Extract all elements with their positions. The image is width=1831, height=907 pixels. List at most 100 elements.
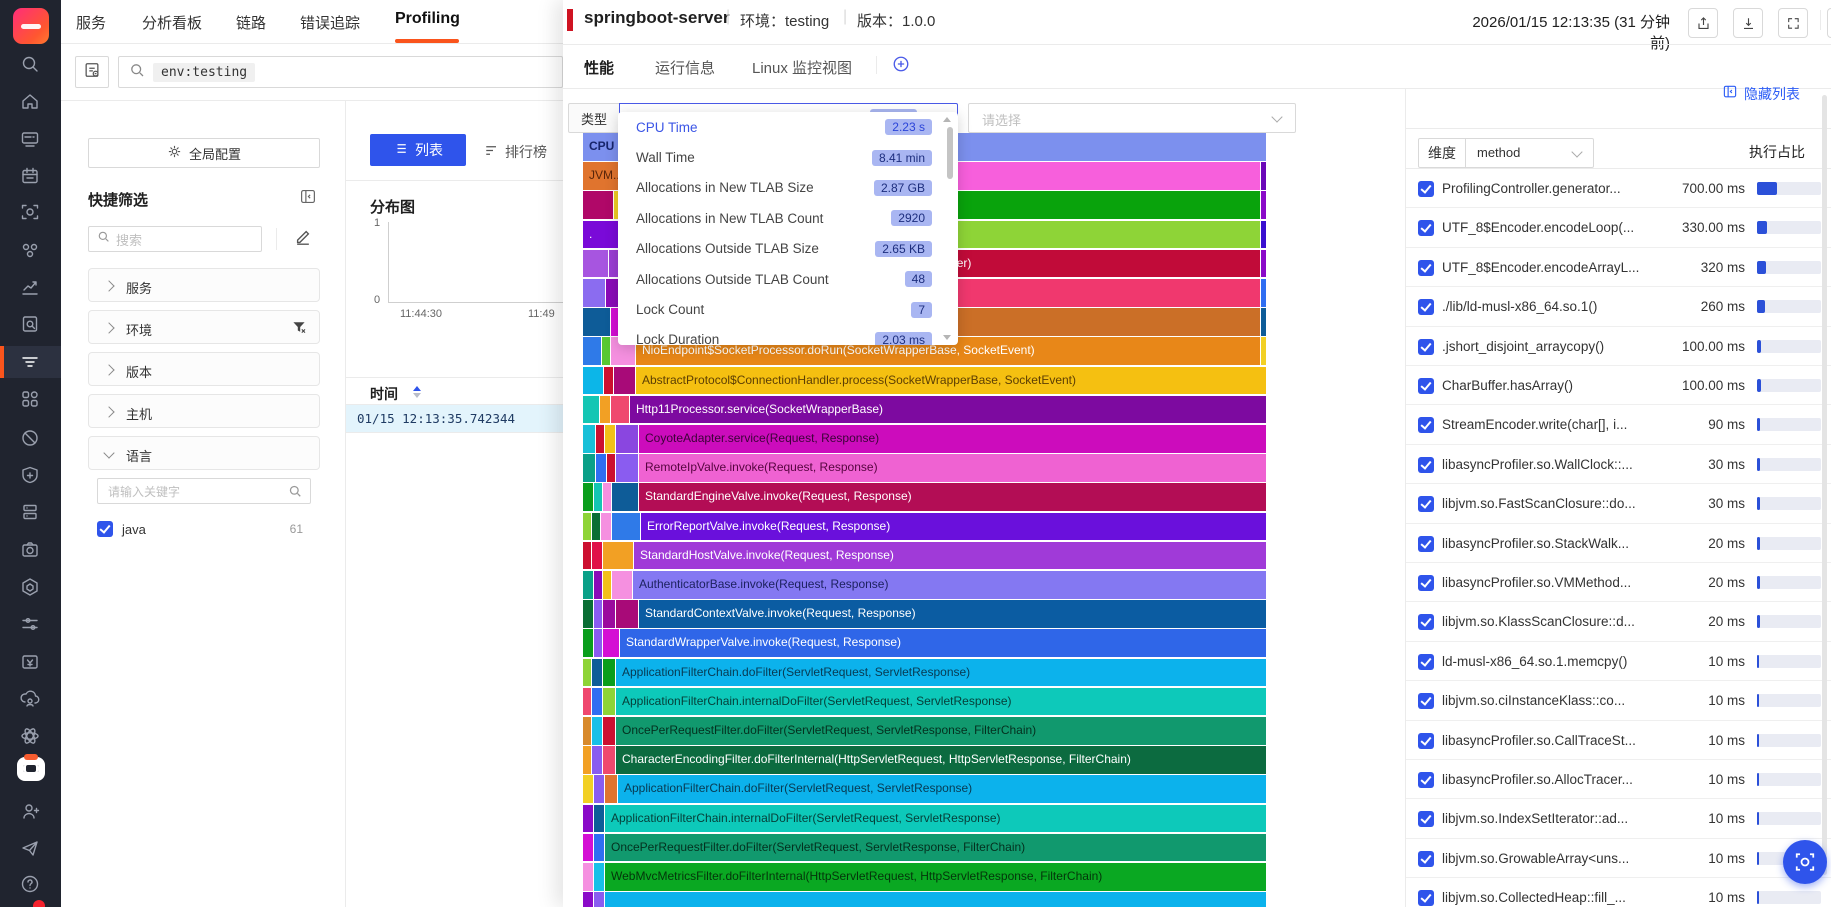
flame-cell[interactable] bbox=[603, 541, 633, 570]
hexagon-icon[interactable] bbox=[20, 577, 40, 597]
flame-cell[interactable] bbox=[1261, 249, 1266, 278]
method-row-8[interactable]: libasyncProfiler.so.WallClock::... 30 ms bbox=[1406, 445, 1831, 485]
method-checkbox[interactable] bbox=[1418, 653, 1434, 670]
method-row-9[interactable]: libjvm.so.FastScanClosure::do... 30 ms bbox=[1406, 484, 1831, 524]
flame-frame[interactable]: StandardWrapperValve.invoke(Request, Res… bbox=[620, 629, 1266, 657]
filter-group-1[interactable]: 服务 bbox=[88, 268, 320, 302]
filter-remove-icon[interactable] bbox=[291, 319, 307, 338]
method-row-17[interactable]: libjvm.so.IndexSetIterator::ad... 10 ms bbox=[1406, 799, 1831, 839]
method-checkbox[interactable] bbox=[1418, 772, 1434, 788]
saved-views-button[interactable] bbox=[75, 56, 109, 88]
flame-cell[interactable] bbox=[605, 425, 615, 453]
method-row-1[interactable]: ProfilingController.generator... 700.00 m… bbox=[1406, 169, 1831, 209]
flame-cell[interactable] bbox=[594, 863, 604, 891]
dropdown-item-1[interactable]: CPU Time 2.23 s bbox=[618, 112, 958, 142]
flame-cell[interactable] bbox=[596, 454, 606, 482]
flame-cell[interactable] bbox=[583, 279, 605, 307]
tab-linux-monitor[interactable]: Linux 监控视图 bbox=[752, 57, 852, 78]
quick-filter-search-input[interactable]: 搜索 bbox=[88, 226, 262, 252]
flame-cell[interactable] bbox=[605, 892, 1266, 907]
java-checkbox[interactable] bbox=[97, 521, 113, 537]
method-checkbox[interactable] bbox=[1418, 693, 1434, 710]
filter-group-5[interactable]: 语言 bbox=[88, 436, 320, 470]
nav-item-services[interactable]: 服务 bbox=[76, 12, 106, 33]
flame-cell[interactable] bbox=[1261, 191, 1266, 219]
rank-view-button[interactable]: 排行榜 bbox=[484, 142, 547, 162]
flame-cell[interactable] bbox=[583, 863, 593, 891]
method-checkbox[interactable] bbox=[1418, 575, 1434, 591]
flame-frame[interactable]: ApplicationFilterChain.doFilter(ServletR… bbox=[616, 658, 1266, 687]
method-checkbox[interactable] bbox=[1418, 850, 1434, 867]
flame-cell[interactable] bbox=[612, 483, 638, 511]
flame-cell[interactable] bbox=[583, 892, 593, 907]
search-input[interactable]: env:testing bbox=[118, 56, 563, 88]
flame-frame[interactable]: CharacterEncodingFilter.doFilterInternal… bbox=[616, 746, 1266, 774]
help-icon[interactable] bbox=[20, 874, 40, 894]
flame-cell[interactable] bbox=[1261, 337, 1266, 365]
chart-icon[interactable] bbox=[20, 277, 40, 297]
flame-frame[interactable]: OncePerRequestFilter.doFilter(ServletReq… bbox=[616, 717, 1266, 745]
scroll-down-icon[interactable] bbox=[943, 335, 951, 340]
hide-list-link[interactable]: 隐藏列表 bbox=[1722, 84, 1800, 104]
flame-cell[interactable] bbox=[583, 687, 591, 716]
flame-cell[interactable] bbox=[616, 454, 638, 482]
download-button[interactable] bbox=[1733, 8, 1763, 38]
language-item-java[interactable]: java 61 bbox=[97, 520, 311, 540]
flame-cell[interactable] bbox=[583, 746, 591, 774]
flame-cell[interactable] bbox=[604, 366, 613, 395]
method-checkbox[interactable] bbox=[1418, 496, 1434, 513]
time-column-header[interactable]: 时间 bbox=[370, 384, 398, 404]
send-icon[interactable] bbox=[20, 838, 40, 858]
method-checkbox[interactable] bbox=[1418, 378, 1434, 394]
flame-row-22[interactable]: CharacterEncodingFilter.doFilterInternal… bbox=[583, 746, 1267, 774]
flame-cell[interactable] bbox=[594, 600, 602, 628]
flame-row-10[interactable]: Http11Processor.service(SocketWrapperBas… bbox=[583, 395, 1267, 424]
flame-cell[interactable] bbox=[583, 833, 593, 862]
flame-cell[interactable] bbox=[583, 366, 603, 395]
flame-cell[interactable] bbox=[614, 366, 635, 395]
flame-cell[interactable] bbox=[601, 512, 611, 541]
method-row-16[interactable]: libasyncProfiler.so.AllocTracer... 10 ms bbox=[1406, 760, 1831, 800]
flame-frame[interactable]: ApplicationFilterChain.doFilter(ServletR… bbox=[618, 775, 1266, 803]
list-view-button[interactable]: 列表 bbox=[370, 134, 466, 166]
method-checkbox[interactable] bbox=[1418, 338, 1434, 355]
flame-row-17[interactable]: StandardContextValve.invoke(Request, Res… bbox=[583, 600, 1267, 628]
flame-row-25[interactable]: OncePerRequestFilter.doFilter(ServletReq… bbox=[583, 833, 1267, 862]
card-yen-icon[interactable] bbox=[20, 652, 40, 672]
share-button[interactable] bbox=[1688, 8, 1718, 38]
nav-item-dashboards[interactable]: 分析看板 bbox=[142, 12, 202, 33]
method-row-10[interactable]: libasyncProfiler.so.StackWalk... 20 ms bbox=[1406, 524, 1831, 563]
flame-cell[interactable] bbox=[592, 687, 602, 716]
flame-cell[interactable] bbox=[594, 833, 604, 862]
nav-item-error-tracking[interactable]: 错误追踪 bbox=[300, 12, 360, 33]
flame-cell[interactable] bbox=[616, 425, 638, 453]
cloud-user-icon[interactable] bbox=[20, 689, 40, 709]
flame-cell[interactable] bbox=[583, 600, 593, 628]
filter-group-3[interactable]: 版本 bbox=[88, 352, 320, 386]
flame-row-11[interactable]: CoyoteAdapter.service(Request, Response) bbox=[583, 425, 1267, 453]
fullscreen-button[interactable] bbox=[1778, 8, 1808, 38]
method-checkbox[interactable] bbox=[1418, 299, 1434, 316]
snapshot-fab[interactable] bbox=[1783, 840, 1827, 884]
user-plus-icon[interactable] bbox=[20, 801, 40, 821]
ban-icon[interactable] bbox=[20, 428, 40, 448]
flame-cell[interactable] bbox=[594, 892, 604, 907]
method-row-13[interactable]: ld-musl-x86_64.so.1.memcpy() 10 ms bbox=[1406, 642, 1831, 682]
calendar-icon[interactable] bbox=[20, 166, 40, 186]
flame-frame[interactable]: ErrorReportValve.invoke(Request, Respons… bbox=[641, 512, 1266, 541]
flame-row-24[interactable]: ApplicationFilterChain.internalDoFilter(… bbox=[583, 804, 1267, 833]
flame-cell[interactable] bbox=[596, 425, 604, 453]
flame-cell[interactable] bbox=[583, 629, 593, 657]
flame-row-13[interactable]: StandardEngineValve.invoke(Request, Resp… bbox=[583, 483, 1267, 511]
flame-cell[interactable] bbox=[583, 249, 608, 278]
flame-cell[interactable] bbox=[594, 629, 602, 657]
flame-cell[interactable] bbox=[603, 629, 619, 657]
flame-cell[interactable] bbox=[583, 775, 593, 803]
flame-cell[interactable] bbox=[592, 541, 602, 570]
flame-cell[interactable] bbox=[612, 512, 640, 541]
flame-cell[interactable] bbox=[603, 658, 615, 687]
flame-cell[interactable] bbox=[594, 804, 604, 833]
flame-cell[interactable] bbox=[583, 191, 613, 219]
method-row-18[interactable]: libjvm.so.GrowableArray<uns... 10 ms bbox=[1406, 839, 1831, 879]
method-checkbox[interactable] bbox=[1418, 890, 1434, 907]
